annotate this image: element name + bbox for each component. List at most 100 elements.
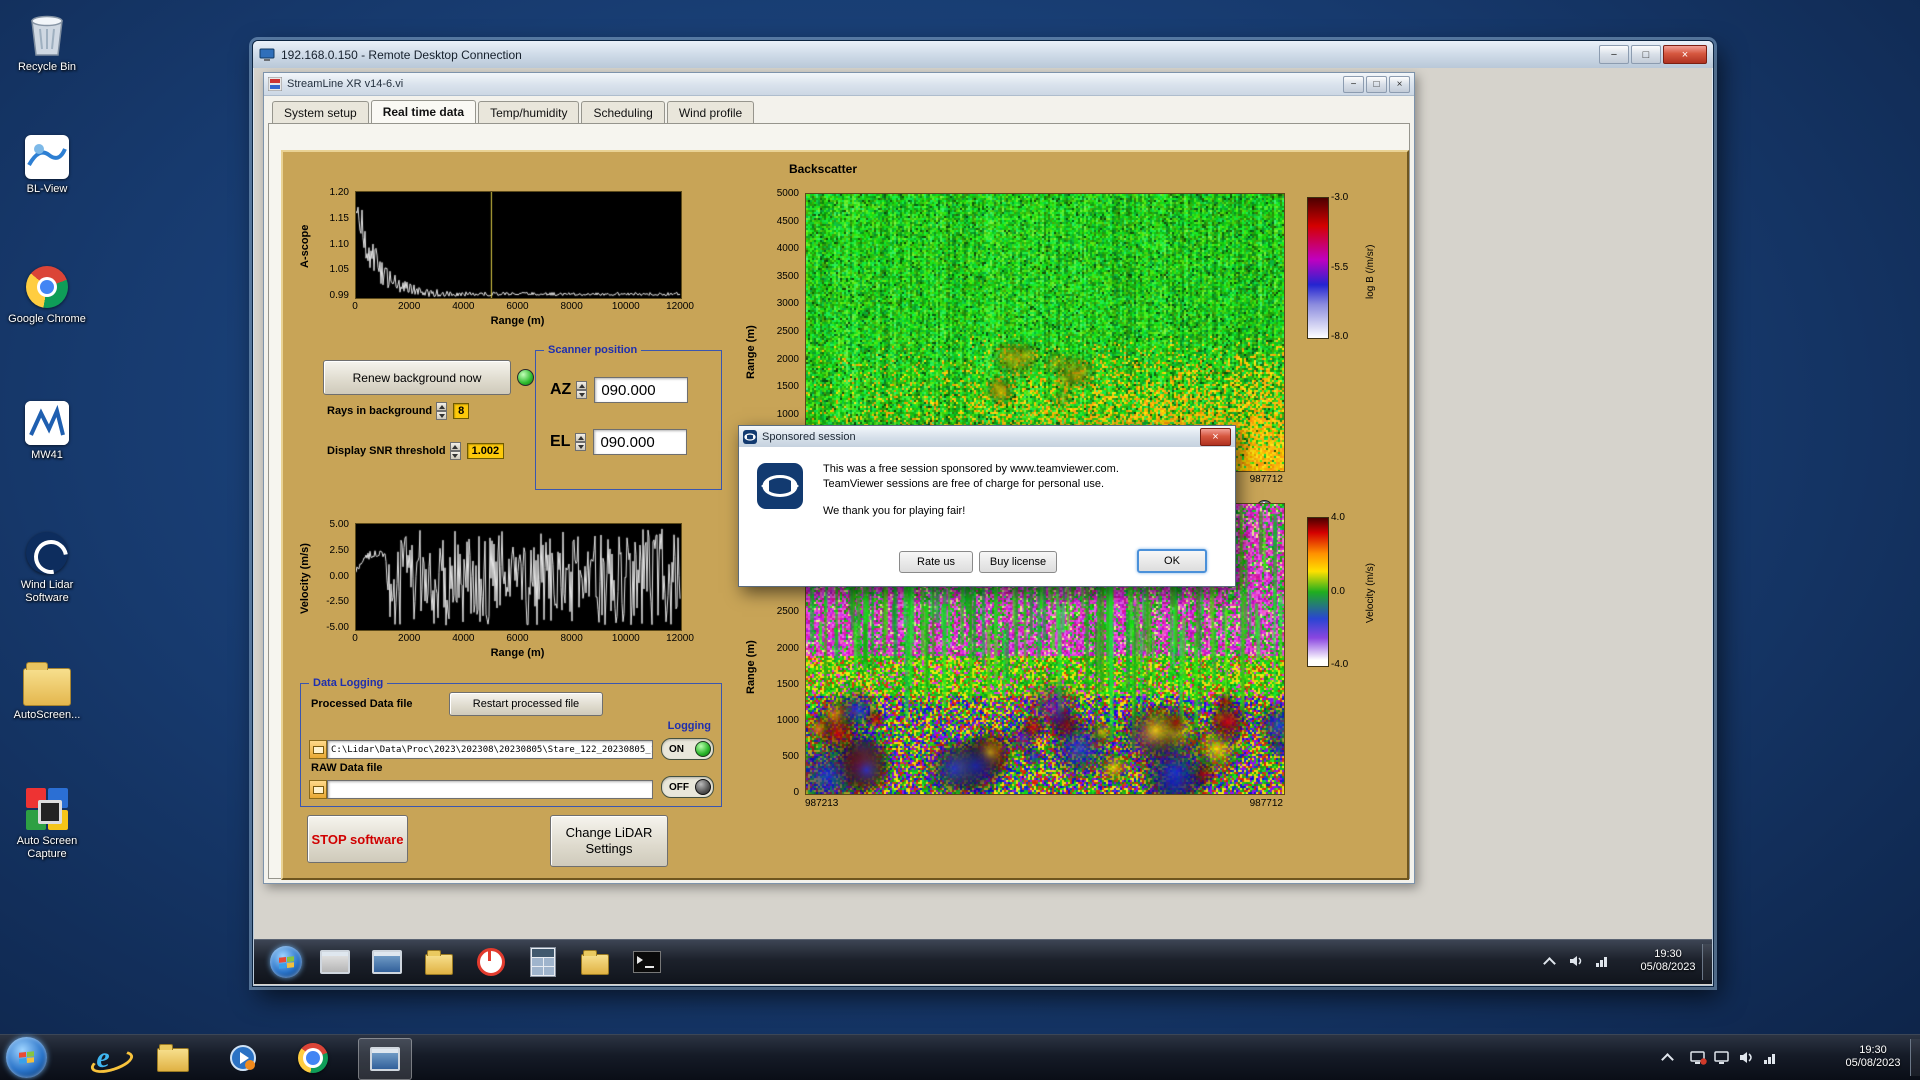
folder-icon xyxy=(23,660,71,706)
desktop-icon-google-chrome[interactable]: Google Chrome xyxy=(4,264,90,326)
remote-show-desktop-button[interactable] xyxy=(1702,944,1712,980)
taskbar-internet-explorer-icon[interactable]: e xyxy=(84,1039,122,1077)
maximize-button[interactable]: □ xyxy=(1631,45,1661,64)
sponsored-session-dialog: Sponsored session × This was a free sess… xyxy=(738,425,1236,587)
taskbar-file-explorer-icon[interactable] xyxy=(154,1039,192,1077)
rate-us-button[interactable]: Rate us xyxy=(899,551,973,573)
remote-taskbar-monitor-icon[interactable] xyxy=(370,945,404,979)
dialog-text-line3: We thank you for playing fair! xyxy=(823,505,965,517)
processed-path-field[interactable]: C:\Lidar\Data\Proc\2023\202308\20230805\… xyxy=(327,740,653,759)
processed-logging-toggle[interactable]: ON xyxy=(661,738,714,760)
tab-real-time-data[interactable]: Real time data xyxy=(371,100,476,125)
ascope-plot xyxy=(355,191,682,299)
restart-processed-file-button[interactable]: Restart processed file xyxy=(449,692,603,716)
start-button[interactable] xyxy=(6,1037,47,1078)
az-value-field[interactable]: 090.000 xyxy=(594,377,688,403)
dialog-titlebar[interactable]: Sponsored session × xyxy=(739,426,1235,448)
desktop-icon-bl-view[interactable]: BL-View xyxy=(4,134,90,196)
app-minimize-button[interactable]: − xyxy=(1343,76,1364,93)
host-time: 19:30 xyxy=(1838,1044,1908,1057)
el-spinner[interactable] xyxy=(575,433,586,451)
ascope-y-axis-label: A-scope xyxy=(299,192,311,300)
wind-lidar-icon xyxy=(23,530,71,576)
snr-spinner[interactable] xyxy=(450,442,461,460)
remote-tray-volume-icon[interactable] xyxy=(1568,953,1584,969)
remote-taskbar: 19:30 05/08/2023 xyxy=(254,939,1712,984)
desktop-icon-mw41[interactable]: MW41 xyxy=(4,400,90,462)
remote-clock[interactable]: 19:30 05/08/2023 xyxy=(1626,948,1710,974)
desktop-icon-recycle-bin[interactable]: Recycle Bin xyxy=(4,12,90,74)
rdp-titlebar[interactable]: 192.168.0.150 - Remote Desktop Connectio… xyxy=(253,41,1713,68)
velocity-x-axis-ticks: 0 2000 4000 6000 8000 10000 12000 xyxy=(355,633,680,645)
stop-software-button[interactable]: STOP software xyxy=(307,815,408,863)
tray-display-icon[interactable] xyxy=(1714,1049,1731,1066)
remote-date: 05/08/2023 xyxy=(1626,961,1710,974)
background-led-icon xyxy=(517,369,534,386)
snr-value-field[interactable]: 1.002 xyxy=(467,443,505,459)
remote-taskbar-folder-app-icon[interactable] xyxy=(422,945,456,979)
rays-in-background-label: Rays in background xyxy=(327,405,432,417)
tab-scheduling[interactable]: Scheduling xyxy=(581,101,664,124)
rays-spinner[interactable] xyxy=(436,402,447,420)
az-spinner[interactable] xyxy=(576,381,587,399)
remote-desktop: StreamLine XR v14-6.vi − □ × System setu… xyxy=(254,68,1712,985)
taskbar-media-player-icon[interactable] xyxy=(224,1039,262,1077)
raw-path-field[interactable] xyxy=(327,780,653,799)
velocity-x-axis-label: Range (m) xyxy=(355,647,680,659)
rays-value-field[interactable]: 8 xyxy=(453,403,469,419)
minimize-button[interactable]: − xyxy=(1599,45,1629,64)
scanner-position-title: Scanner position xyxy=(544,344,641,356)
tray-network-icon[interactable] xyxy=(1762,1049,1779,1066)
data-logging-group: Data Logging Processed Data file Restart… xyxy=(300,683,722,807)
ok-button[interactable]: OK xyxy=(1137,549,1207,573)
tray-chevron-icon[interactable] xyxy=(1662,1052,1672,1062)
backscatter-colorbar xyxy=(1307,197,1329,339)
raw-path-browse-icon[interactable] xyxy=(309,780,327,799)
show-desktop-button[interactable] xyxy=(1910,1039,1920,1076)
taskbar-rdp-active-icon[interactable] xyxy=(358,1038,412,1080)
taskbar-chrome-icon[interactable] xyxy=(294,1039,332,1077)
processed-path-browse-icon[interactable] xyxy=(309,740,327,759)
tray-status-icon[interactable] xyxy=(1690,1049,1707,1066)
toggle-on-label: ON xyxy=(669,744,684,755)
desktop-icon-auto-screen-capture[interactable]: Auto Screen Capture xyxy=(4,786,90,861)
change-lidar-settings-button[interactable]: Change LiDAR Settings xyxy=(550,815,668,867)
tab-system-setup[interactable]: System setup xyxy=(272,101,369,124)
app-titlebar[interactable]: StreamLine XR v14-6.vi − □ × xyxy=(264,73,1414,96)
app-maximize-button[interactable]: □ xyxy=(1366,76,1387,93)
close-button[interactable]: × xyxy=(1663,45,1707,64)
toggle-knob-icon xyxy=(695,741,711,757)
remote-taskbar-folder-icon[interactable] xyxy=(578,945,612,979)
remote-tray-chevron-icon[interactable] xyxy=(1544,956,1554,966)
velocity-y-axis-ticks: 5.00 2.50 0.00 -2.50 -5.00 xyxy=(315,519,349,633)
velocity-colorbar xyxy=(1307,517,1329,667)
remote-taskbar-calculator-icon[interactable] xyxy=(526,945,560,979)
remote-start-button[interactable] xyxy=(270,946,302,978)
host-clock[interactable]: 19:30 05/08/2023 xyxy=(1838,1044,1908,1070)
buy-license-button[interactable]: Buy license xyxy=(979,551,1057,573)
dialog-body: This was a free session sponsored by www… xyxy=(739,447,1235,586)
tab-wind-profile[interactable]: Wind profile xyxy=(667,101,754,124)
mw41-icon xyxy=(23,400,71,446)
tray-volume-icon[interactable] xyxy=(1738,1049,1755,1066)
velocity-plot xyxy=(355,523,682,631)
remote-tray-network-icon[interactable] xyxy=(1594,953,1610,969)
desktop-icon-label: MW41 xyxy=(4,449,90,462)
app-close-button[interactable]: × xyxy=(1389,76,1410,93)
remote-taskbar-cmd-icon[interactable] xyxy=(630,945,664,979)
vi-app-icon xyxy=(268,77,282,91)
logging-label: Logging xyxy=(668,720,711,732)
desktop-icon-wind-lidar[interactable]: Wind Lidar Software xyxy=(4,530,90,605)
backscatter-y-axis-label: Range (m) xyxy=(745,292,757,412)
raw-logging-toggle[interactable]: OFF xyxy=(661,776,714,798)
renew-background-button[interactable]: Renew background now xyxy=(323,360,511,395)
remote-taskbar-window-icon[interactable] xyxy=(318,945,352,979)
desktop-icon-autoscreen[interactable]: AutoScreen... xyxy=(4,660,90,722)
windows-flag-icon xyxy=(19,1051,34,1064)
tab-temp-humidity[interactable]: Temp/humidity xyxy=(478,101,579,124)
dialog-close-button[interactable]: × xyxy=(1200,428,1231,446)
remote-taskbar-power-icon[interactable] xyxy=(474,945,508,979)
app-window-title: StreamLine XR v14-6.vi xyxy=(287,78,1341,90)
el-value-field[interactable]: 090.000 xyxy=(593,429,687,455)
desktop-icon-label: BL-View xyxy=(4,183,90,196)
